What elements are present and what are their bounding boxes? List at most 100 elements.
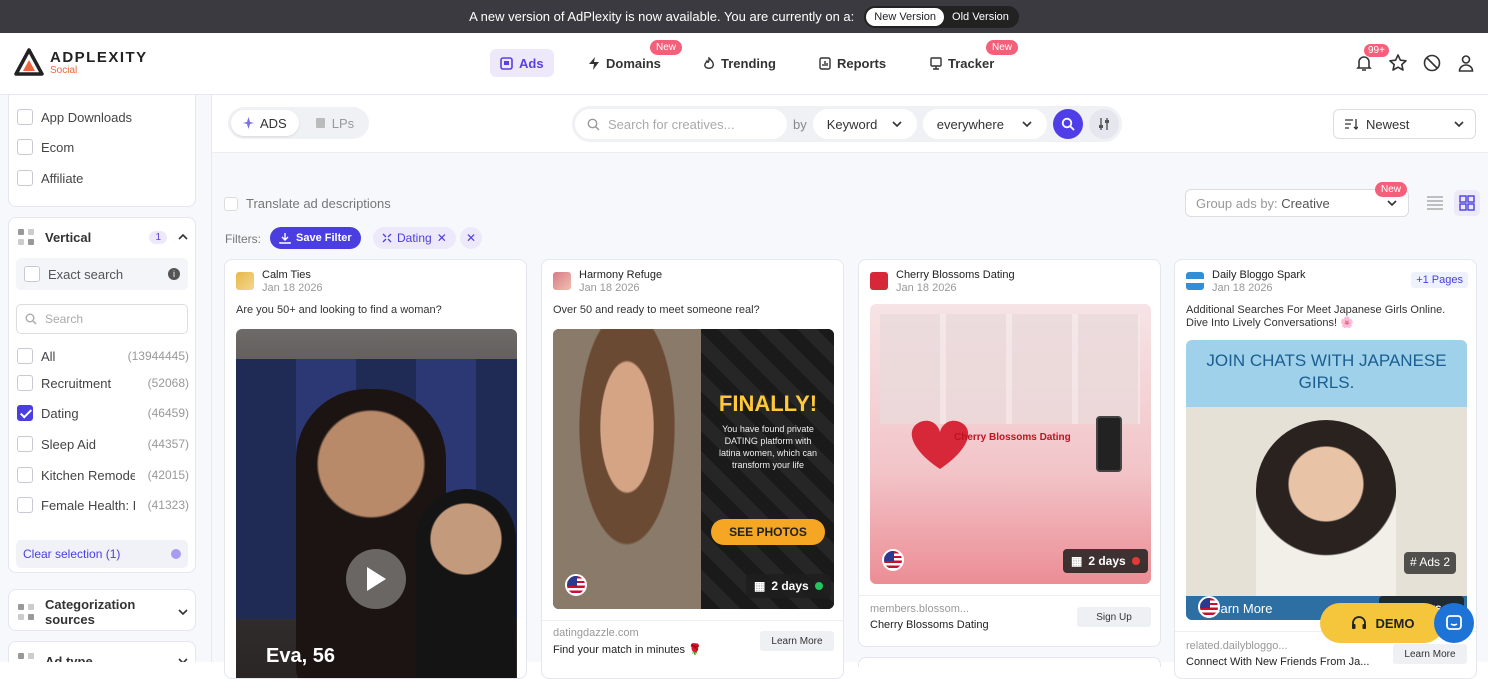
- ad-creative-image[interactable]: FINALLY! You have found private DATING p…: [553, 329, 834, 609]
- group-ads-select[interactable]: Group ads by: Creative New: [1185, 182, 1409, 217]
- nav-ads-label: Ads: [519, 55, 544, 71]
- running-days: 2 days: [771, 579, 809, 593]
- see-photos-button[interactable]: SEE PHOTOS: [711, 519, 825, 545]
- ad-type-box[interactable]: Ad type: [8, 641, 196, 662]
- type-affiliate[interactable]: Affiliate: [17, 170, 189, 186]
- chat-button[interactable]: [1434, 603, 1474, 643]
- nav-trending[interactable]: Trending: [693, 49, 786, 77]
- vertical-header[interactable]: Vertical 1: [17, 228, 189, 246]
- new-version-button[interactable]: New Version: [866, 7, 945, 26]
- search-button[interactable]: [1052, 109, 1083, 139]
- landing-domain[interactable]: members.blossom...: [870, 603, 969, 615]
- keyword-select[interactable]: Keyword: [812, 109, 917, 139]
- version-toggle[interactable]: New Version Old Version: [864, 5, 1019, 28]
- star-icon[interactable]: [1388, 53, 1408, 73]
- nav-reports[interactable]: Reports: [809, 49, 896, 77]
- type-app-downloads[interactable]: App Downloads: [17, 109, 189, 125]
- ads-count-badge[interactable]: # Ads 2: [1404, 552, 1457, 574]
- creative-search-input[interactable]: Search for creatives...: [575, 109, 787, 139]
- chevron-down-icon: [1454, 121, 1464, 128]
- type-label: Affiliate: [41, 170, 84, 186]
- notifications-button[interactable]: 99+: [1354, 44, 1389, 73]
- ad-creative-image[interactable]: JOIN CHATS WITH JAPANESE GIRLS. Learn Mo…: [1186, 340, 1467, 620]
- chevron-up-icon[interactable]: [177, 231, 189, 243]
- nav-ads[interactable]: Ads: [490, 49, 554, 77]
- info-icon[interactable]: i: [168, 268, 180, 280]
- clear-filters-button[interactable]: ✕: [460, 227, 482, 249]
- categories-icon: [18, 604, 34, 620]
- filter-chip-dating[interactable]: Dating ✕: [373, 227, 456, 249]
- play-button[interactable]: [346, 549, 406, 609]
- cta-button[interactable]: Learn More: [760, 631, 834, 651]
- user-icon[interactable]: [1456, 53, 1476, 73]
- categorization-header[interactable]: Categorization sources: [17, 597, 189, 627]
- vertical-item[interactable]: All (13944445): [17, 348, 189, 364]
- ad-type-header[interactable]: Ad type: [17, 652, 189, 662]
- checkbox[interactable]: [17, 109, 33, 125]
- vertical-item[interactable]: Sleep Aid (44357): [17, 436, 189, 452]
- ad-card[interactable]: Calm Ties Jan 18 2026 Are you 50+ and lo…: [224, 259, 527, 679]
- logo[interactable]: ADPLEXITY Social: [14, 47, 148, 77]
- ad-creative-image[interactable]: Cherry Blossoms Dating ▦ 2 days: [870, 304, 1151, 584]
- translate-toggle[interactable]: Translate ad descriptions: [224, 196, 391, 211]
- vertical-search-input[interactable]: Search: [16, 304, 188, 334]
- old-version-button[interactable]: Old Version: [944, 8, 1017, 26]
- scope-select[interactable]: everywhere: [922, 109, 1047, 139]
- demo-button[interactable]: DEMO: [1320, 603, 1444, 643]
- cta-button[interactable]: Learn More: [1393, 644, 1467, 664]
- sort-select[interactable]: Newest: [1333, 109, 1476, 139]
- landing-domain[interactable]: datingdazzle.com: [553, 627, 639, 639]
- checkbox-checked[interactable]: [17, 405, 33, 421]
- remove-chip-icon[interactable]: ✕: [437, 231, 447, 245]
- checkbox[interactable]: [24, 266, 40, 282]
- nav-tracker[interactable]: Tracker New: [920, 40, 1019, 77]
- checkbox[interactable]: [17, 139, 33, 155]
- list-view-button[interactable]: [1422, 190, 1448, 216]
- new-badge: New: [1374, 182, 1407, 197]
- ad-text: Additional Searches For Meet Japanese Gi…: [1186, 304, 1446, 329]
- view-toggle[interactable]: [1422, 190, 1482, 218]
- exact-search-toggle[interactable]: Exact search i: [16, 258, 188, 290]
- chevron-down-icon[interactable]: [177, 606, 189, 618]
- search-icon: [587, 118, 600, 130]
- vertical-item[interactable]: Dating (46459): [17, 405, 189, 421]
- ad-card[interactable]: Cherry Blossoms Dating Jan 18 2026 Cherr…: [858, 259, 1161, 647]
- chevron-down-icon[interactable]: [177, 655, 189, 662]
- type-ecom[interactable]: Ecom: [17, 139, 189, 155]
- vertical-item[interactable]: Recruitment (52068): [17, 375, 189, 391]
- ad-headline: Cherry Blossoms Dating: [870, 619, 989, 631]
- cta-button[interactable]: Sign Up: [1077, 607, 1151, 627]
- landing-domain[interactable]: related.dailybloggo...: [1186, 640, 1288, 652]
- checkbox[interactable]: [224, 196, 238, 211]
- checkbox[interactable]: [17, 348, 33, 364]
- pages-badge[interactable]: +1 Pages: [1411, 272, 1468, 288]
- clear-selection-button[interactable]: Clear selection (1): [16, 540, 188, 568]
- running-days: 2 days: [1088, 554, 1126, 568]
- checkbox[interactable]: [17, 375, 33, 391]
- checkbox[interactable]: [17, 497, 33, 513]
- save-filter-button[interactable]: Save Filter: [270, 227, 361, 249]
- lps-tab[interactable]: LPs: [303, 110, 366, 136]
- advertiser-name[interactable]: Daily Bloggo Spark: [1212, 269, 1306, 281]
- nav-domains[interactable]: Domains New: [578, 40, 683, 77]
- ads-lps-toggle[interactable]: ADS LPs: [228, 107, 370, 139]
- advertiser-name[interactable]: Calm Ties: [262, 269, 311, 281]
- advanced-filters-button[interactable]: [1088, 109, 1119, 139]
- filter-chip-label: Dating: [397, 231, 432, 245]
- advertiser-name[interactable]: Harmony Refuge: [579, 269, 662, 281]
- checkbox[interactable]: [17, 467, 33, 483]
- grid-view-button[interactable]: [1454, 190, 1480, 216]
- checkbox[interactable]: [17, 170, 33, 186]
- vertical-item[interactable]: Female Health: F (41323): [17, 497, 189, 513]
- ad-card[interactable]: Harmony Refuge Jan 18 2026 Over 50 and r…: [541, 259, 844, 679]
- filter-sidebar[interactable]: App Downloads Ecom Affiliate Vertical 1 …: [0, 95, 212, 662]
- block-icon[interactable]: [1422, 53, 1442, 73]
- us-flag-icon: [565, 574, 587, 596]
- phone-mockup: [1096, 416, 1122, 472]
- ad-creative-video[interactable]: Eva, 56: [236, 329, 517, 678]
- ads-tab[interactable]: ADS: [231, 110, 299, 136]
- vertical-item[interactable]: Kitchen Remode (42015): [17, 467, 189, 483]
- categorization-box[interactable]: Categorization sources: [8, 589, 196, 631]
- checkbox[interactable]: [17, 436, 33, 452]
- advertiser-name[interactable]: Cherry Blossoms Dating: [896, 269, 1015, 281]
